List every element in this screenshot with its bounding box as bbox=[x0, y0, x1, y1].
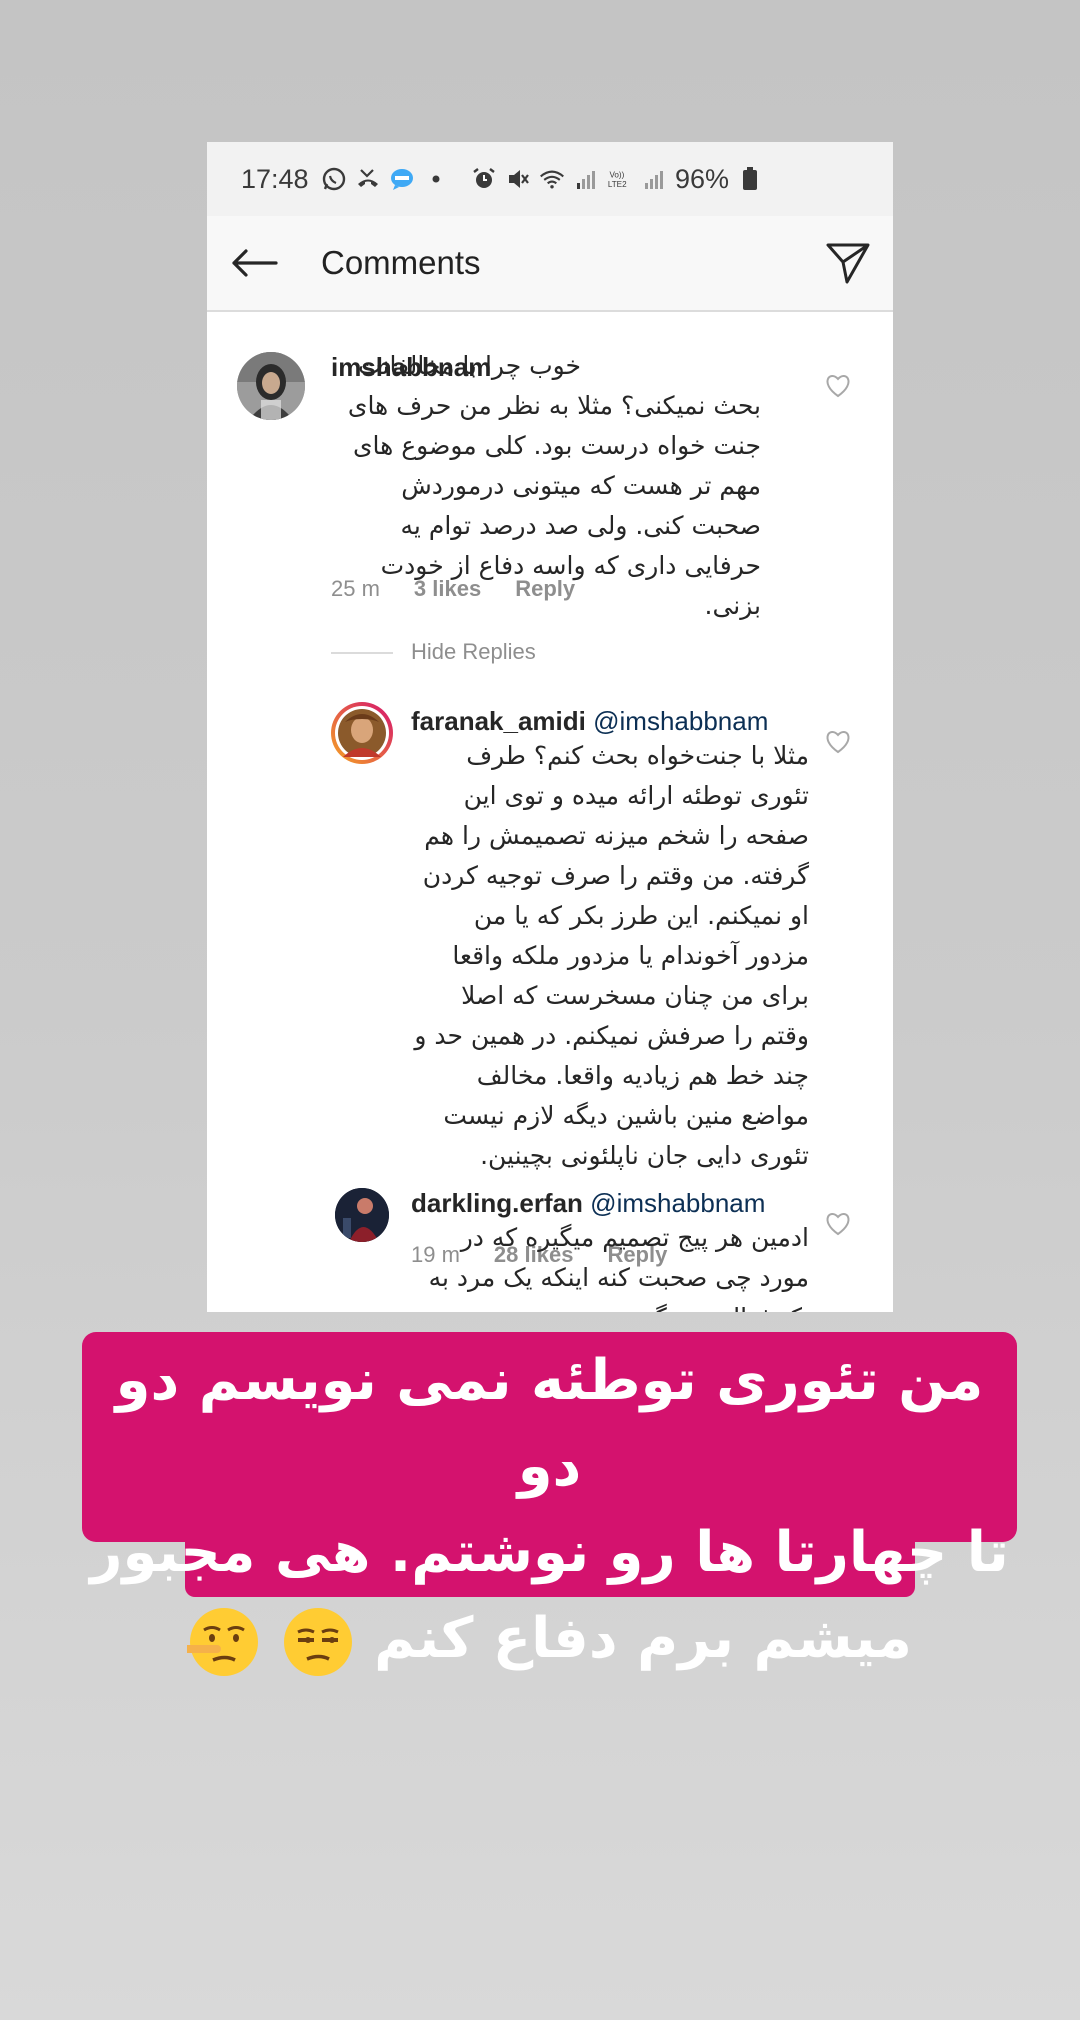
username[interactable]: faranak_amidi bbox=[411, 706, 586, 736]
battery-icon bbox=[737, 166, 763, 192]
caption-line: تا چهارتا ها رو نوشتم. هی مجبور bbox=[90, 1520, 1009, 1585]
imo-icon bbox=[389, 166, 415, 192]
whatsapp-icon bbox=[321, 166, 347, 192]
send-icon bbox=[826, 243, 870, 284]
caption-line-3: میشم برم دفاع کنم bbox=[82, 1596, 1017, 1682]
back-button[interactable] bbox=[227, 236, 281, 290]
caption-line: میشم برم دفاع کنم bbox=[374, 1606, 912, 1671]
reply-text: ادمین هر پیج تصمیم میگیره که در مورد چی … bbox=[411, 1218, 809, 1312]
avatar-photo bbox=[335, 706, 389, 760]
svg-text:Vo)): Vo)) bbox=[609, 170, 624, 179]
avatar-photo bbox=[237, 352, 305, 420]
unamused-face-emoji bbox=[283, 1607, 352, 1676]
avatar-photo bbox=[335, 1188, 389, 1242]
like-heart-icon[interactable] bbox=[825, 730, 851, 754]
like-heart-icon[interactable] bbox=[825, 1212, 851, 1236]
mention-link[interactable]: @imshabbnam bbox=[590, 1188, 765, 1218]
reply-text: مثلا با جنت‌خواه بحث کنم؟ طرف تئوری توطئ… bbox=[411, 736, 809, 1176]
story-caption: من تئوری توطئه نمی نویسم دو دو تا چهارتا… bbox=[82, 1338, 1017, 1682]
svg-text:LTE2: LTE2 bbox=[608, 180, 627, 189]
avatar[interactable] bbox=[331, 702, 393, 764]
comment-time: 25 m bbox=[331, 576, 380, 601]
mention-link[interactable]: @imshabbnam bbox=[593, 706, 768, 736]
wifi-icon bbox=[539, 166, 565, 192]
alarm-icon bbox=[471, 166, 497, 192]
signal-icon bbox=[641, 166, 667, 192]
like-heart-icon[interactable] bbox=[825, 374, 851, 398]
mute-icon bbox=[505, 166, 531, 192]
reply-body: مثلا با جنت‌خواه بحث کنم؟ طرف تئوری توطئ… bbox=[414, 741, 809, 1170]
signal-icon bbox=[573, 166, 599, 192]
reply-body: ادمین هر پیج تصمیم میگیره که در مورد چی … bbox=[428, 1223, 809, 1312]
page-title: Comments bbox=[321, 244, 481, 281]
status-bar: 17:48 Vo)) LTE2 96% bbox=[207, 142, 893, 216]
avatar[interactable] bbox=[237, 352, 305, 420]
comment-meta: 25 m 3 likes Reply bbox=[331, 576, 575, 602]
reply-author: faranak_amidi @imshabbnam bbox=[411, 706, 768, 737]
avatar[interactable] bbox=[335, 1188, 389, 1242]
username[interactable]: darkling.erfan bbox=[411, 1188, 583, 1218]
arrow-left-icon bbox=[232, 249, 278, 277]
status-left-icons bbox=[321, 166, 449, 192]
dot-icon bbox=[423, 166, 449, 192]
status-time: 17:48 bbox=[241, 163, 309, 194]
battery-percent: 96% bbox=[674, 163, 729, 194]
likes-count[interactable]: 3 likes bbox=[414, 576, 481, 602]
missed-call-icon bbox=[355, 166, 381, 192]
comments-header: Comments bbox=[207, 216, 893, 312]
share-button[interactable] bbox=[821, 236, 875, 290]
hide-replies-button[interactable]: Hide Replies bbox=[411, 639, 536, 665]
divider bbox=[331, 652, 393, 654]
caption-line: من تئوری توطئه نمی نویسم دو دو bbox=[115, 1348, 984, 1499]
lying-face-emoji bbox=[187, 1607, 259, 1676]
volte-icon: Vo)) LTE2 bbox=[607, 166, 633, 192]
instagram-screenshot: 17:48 Vo)) LTE2 96% Comments imshabbnam … bbox=[207, 142, 893, 1312]
reply-author: darkling.erfan @imshabbnam bbox=[411, 1188, 765, 1219]
reply-button[interactable]: Reply bbox=[515, 576, 575, 602]
status-right-icons: Vo)) LTE2 96% bbox=[471, 164, 763, 195]
